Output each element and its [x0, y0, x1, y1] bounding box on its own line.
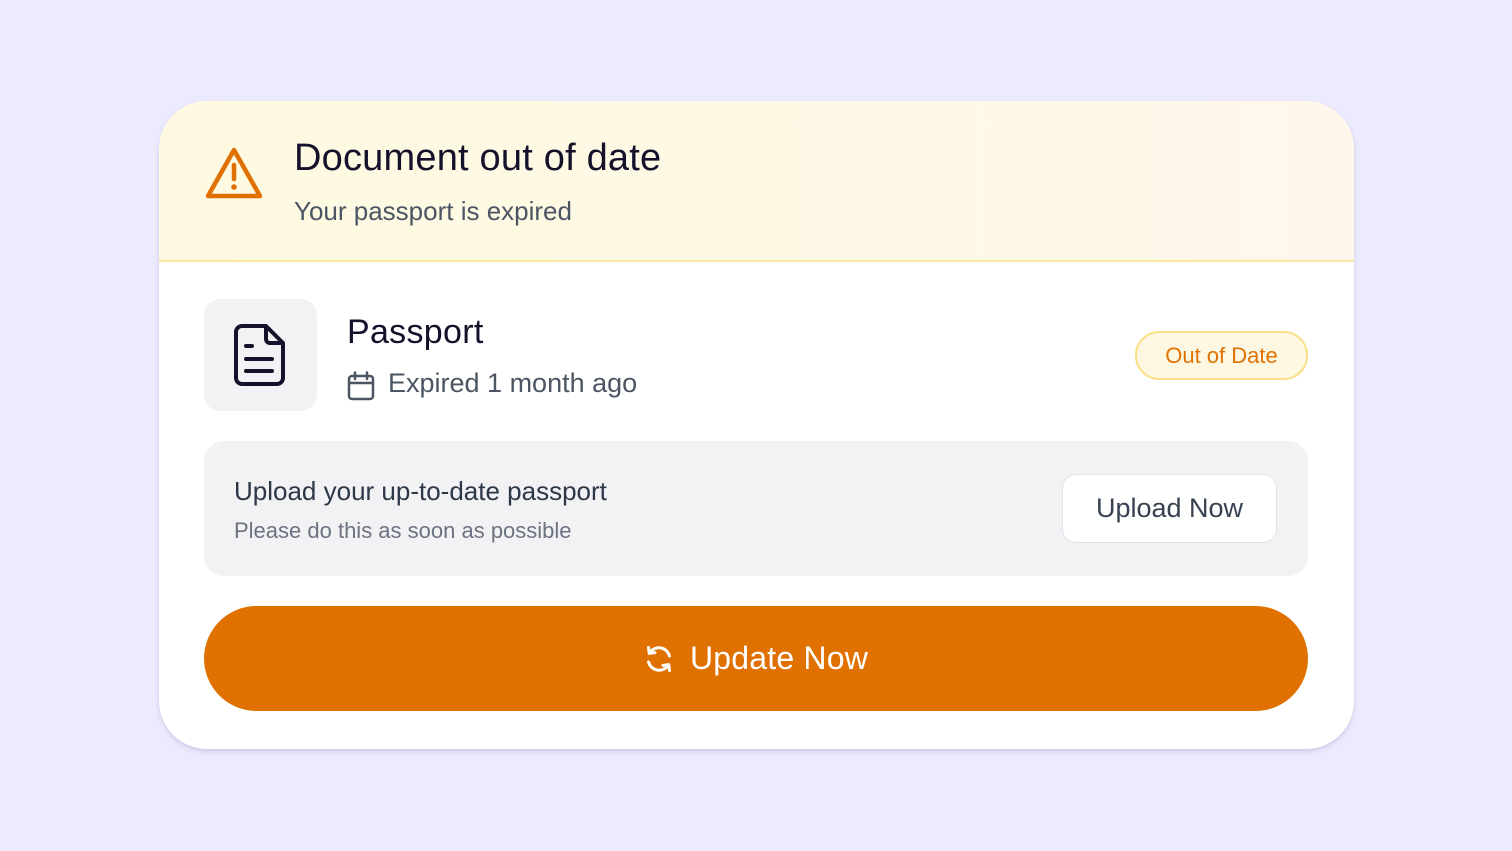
update-now-button[interactable]: Update Now: [204, 606, 1308, 711]
calendar-icon: [347, 371, 375, 401]
upload-title: Upload your up-to-date passport: [234, 476, 607, 506]
expiry-text: Expired 1 month ago: [388, 368, 638, 398]
update-now-label: Update Now: [689, 640, 869, 676]
document-icon-tile: [204, 299, 317, 411]
document-name: Passport: [347, 313, 484, 351]
alert-subtitle: Your passport is expired: [294, 196, 572, 226]
alert-header: Document out of date Your passport is ex…: [159, 101, 1354, 262]
upload-panel: Upload your up-to-date passport Please d…: [204, 441, 1308, 576]
alert-title: Document out of date: [294, 137, 662, 179]
refresh-icon: [644, 644, 674, 674]
warning-triangle-icon: [204, 145, 264, 201]
document-status-card: Document out of date Your passport is ex…: [159, 101, 1354, 749]
upload-subtitle: Please do this as soon as possible: [234, 518, 572, 543]
status-badge: Out of Date: [1135, 331, 1308, 380]
upload-now-button[interactable]: Upload Now: [1062, 474, 1277, 543]
